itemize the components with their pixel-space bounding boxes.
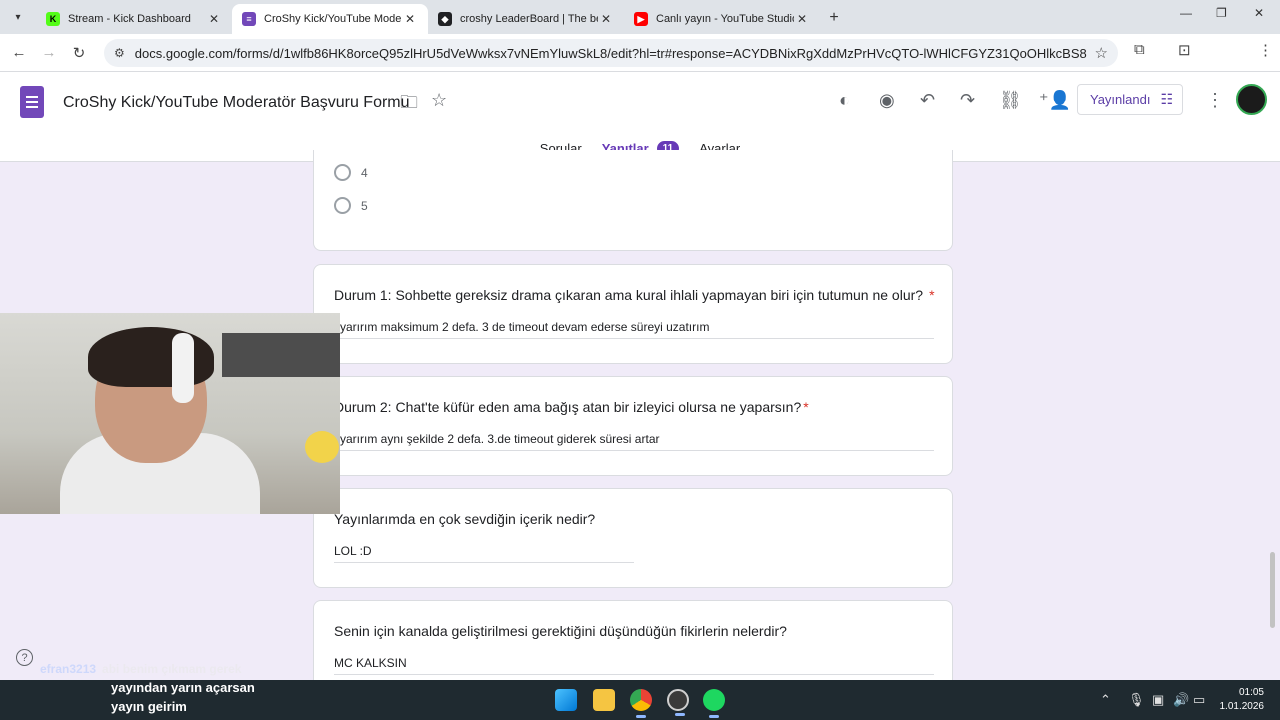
extensions-icon[interactable]: ⧉	[1134, 41, 1145, 58]
answer-text: MC KALKSIN	[334, 656, 934, 675]
clock-date: 1.01.2026	[1219, 701, 1265, 712]
network-icon[interactable]: ▣	[1152, 692, 1164, 708]
published-button[interactable]: Yayınlandı ☷	[1077, 84, 1183, 115]
restore-button[interactable]: ❐	[1216, 6, 1227, 20]
chat-message: efran3213 abi benim çıkmam gerek	[40, 662, 241, 676]
site-info-icon[interactable]: ⚙	[114, 46, 125, 60]
radio-option[interactable]: 4	[334, 164, 368, 181]
question-text: Yayınlarımda en çok sevdiğin içerik nedi…	[334, 511, 596, 527]
browser-tab-leaderboard[interactable]: ◆ croshy LeaderBoard | The best ✕	[428, 4, 624, 34]
address-bar[interactable]: ⚙ docs.google.com/forms/d/1wlfb86HK8orce…	[104, 39, 1118, 67]
diamond-icon: ◆	[438, 12, 452, 26]
close-tab-icon[interactable]: ✕	[206, 12, 222, 26]
file-explorer-icon[interactable]	[593, 689, 615, 711]
answer-text: yarırım aynı şekilde 2 defa. 3.de timeou…	[334, 432, 934, 451]
undo-icon[interactable]: ↶	[920, 90, 935, 111]
form-title[interactable]: CroShy Kick/YouTube Moderatör Başvuru Fo…	[63, 94, 410, 112]
tab-search-button[interactable]: ▾	[4, 3, 32, 31]
question-label: Durum 1: Sohbette gereksiz drama çıkaran…	[334, 287, 924, 303]
obs-icon[interactable]	[667, 689, 689, 716]
more-options-icon[interactable]: ⋮	[1206, 90, 1224, 111]
url-text: docs.google.com/forms/d/1wlfb86HK8orceQ9…	[134, 45, 1087, 61]
help-icon[interactable]: ?	[16, 649, 33, 666]
sliders-icon: ☷	[1160, 91, 1174, 107]
forms-header: CroShy Kick/YouTube Moderatör Başvuru Fo…	[0, 72, 1280, 163]
question-card: Durum 1: Sohbette gereksiz drama çıkaran…	[313, 264, 953, 364]
subtitle-line: yayından yarın açarsan	[111, 680, 255, 695]
browser-menu-icon[interactable]: ⋮	[1258, 41, 1273, 59]
forms-icon: ≡	[242, 12, 256, 26]
taskbar-clock[interactable]: 01:05 1.01.2026	[1214, 686, 1265, 714]
volume-icon[interactable]: 🔊	[1173, 692, 1189, 708]
palette-icon[interactable]: ◐	[839, 90, 850, 111]
spotify-icon[interactable]	[703, 689, 725, 718]
question-text: Durum 1: Sohbette gereksiz drama çıkaran…	[334, 287, 935, 303]
question-text: Durum 2: Chat'te küfür eden ama bağış at…	[334, 399, 809, 415]
bookmark-star-icon[interactable]: ☆	[1095, 44, 1108, 62]
folder-icon[interactable]: 🗀	[400, 90, 418, 120]
clock-time: 01:05	[1238, 687, 1264, 698]
browser-tab-forms[interactable]: ≡ CroShy Kick/YouTube Moderatör ✕	[232, 4, 428, 34]
google-forms-logo[interactable]	[20, 86, 44, 118]
webcam-overlay	[0, 313, 340, 514]
link-icon[interactable]: ⛓	[999, 90, 1022, 111]
required-asterisk: *	[929, 287, 935, 303]
answer-text: yarırım maksimum 2 defa. 3 de timeout de…	[334, 320, 934, 339]
tray-chevron-icon[interactable]: ⌃	[1100, 692, 1111, 708]
published-label: Yayınlandı	[1090, 92, 1151, 107]
required-asterisk: *	[803, 399, 809, 415]
answer-text: LOL :D	[334, 544, 634, 563]
browser-tab-kick[interactable]: K Stream - Kick Dashboard ✕	[36, 4, 232, 34]
battery-icon[interactable]: ▭	[1193, 692, 1205, 708]
tab-title: croshy LeaderBoard | The best	[460, 13, 598, 25]
question-card: Durum 2: Chat'te küfür eden ama bağış at…	[313, 376, 953, 476]
microphone-icon[interactable]: 🎙	[1128, 692, 1145, 708]
close-tab-icon[interactable]: ✕	[402, 12, 418, 26]
tab-title: CroShy Kick/YouTube Moderatör	[264, 13, 402, 25]
streamer-hair-graphic	[88, 327, 214, 387]
chat-username: efran3213	[40, 662, 97, 676]
minimize-button[interactable]: —	[1180, 6, 1192, 20]
question-text: Senin için kanalda geliştirilmesi gerekt…	[334, 623, 787, 639]
kitchen-cabinet-graphic	[222, 333, 340, 377]
screenshot-icon[interactable]: ⊡	[1178, 41, 1191, 59]
reload-icon[interactable]: ↻	[64, 38, 94, 68]
tab-title: Canlı yayın - YouTube Studio	[656, 13, 794, 25]
question-label: Durum 2: Chat'te küfür eden ama bağış at…	[334, 399, 802, 415]
page-scrollbar[interactable]	[1270, 552, 1275, 628]
window-close-button[interactable]: ✕	[1254, 6, 1264, 20]
question-card: Yayınlarımda en çok sevdiğin içerik nedi…	[313, 488, 953, 588]
windows-start-icon[interactable]	[555, 689, 577, 711]
account-avatar[interactable]	[1236, 84, 1267, 115]
chat-text: abi benim çıkmam gerek	[102, 662, 242, 676]
close-tab-icon[interactable]: ✕	[598, 12, 614, 26]
youtube-icon: ▶	[634, 12, 648, 26]
browser-tab-youtube[interactable]: ▶ Canlı yayın - YouTube Studio ✕	[624, 4, 820, 34]
redo-icon[interactable]: ↷	[960, 90, 975, 111]
close-tab-icon[interactable]: ✕	[794, 12, 810, 26]
tab-title: Stream - Kick Dashboard	[68, 13, 191, 25]
star-icon[interactable]: ☆	[431, 90, 447, 111]
new-tab-button[interactable]: +	[820, 4, 848, 32]
question-card: Senin için kanalda geliştirilmesi gerekt…	[313, 600, 953, 690]
radio-label: 4	[361, 165, 368, 180]
radio-button[interactable]	[334, 164, 351, 181]
radio-label: 5	[361, 198, 368, 213]
browser-toolbar: ← → ↻ ⚙ docs.google.com/forms/d/1wlfb86H…	[0, 34, 1280, 96]
add-collaborator-icon[interactable]: ⁺👤	[1039, 90, 1071, 111]
forward-icon[interactable]: →	[34, 38, 64, 68]
octopus-plush-graphic	[305, 431, 339, 463]
radio-button[interactable]	[334, 197, 351, 214]
kick-icon: K	[46, 12, 60, 26]
scale-question-card: 4 5	[313, 150, 953, 251]
preview-eye-icon[interactable]: ◉	[879, 90, 895, 111]
chrome-icon[interactable]	[630, 689, 652, 718]
back-icon[interactable]: ←	[4, 38, 34, 68]
radio-option[interactable]: 5	[334, 197, 368, 214]
windows-taskbar: yayından yarın açarsan yayın geirim ⌃ 🎙 …	[0, 680, 1280, 720]
subtitle-line: yayın geirim	[111, 699, 187, 714]
browser-tab-strip: ▾ K Stream - Kick Dashboard ✕ ≡ CroShy K…	[0, 0, 1280, 34]
headphones-graphic	[172, 333, 194, 403]
